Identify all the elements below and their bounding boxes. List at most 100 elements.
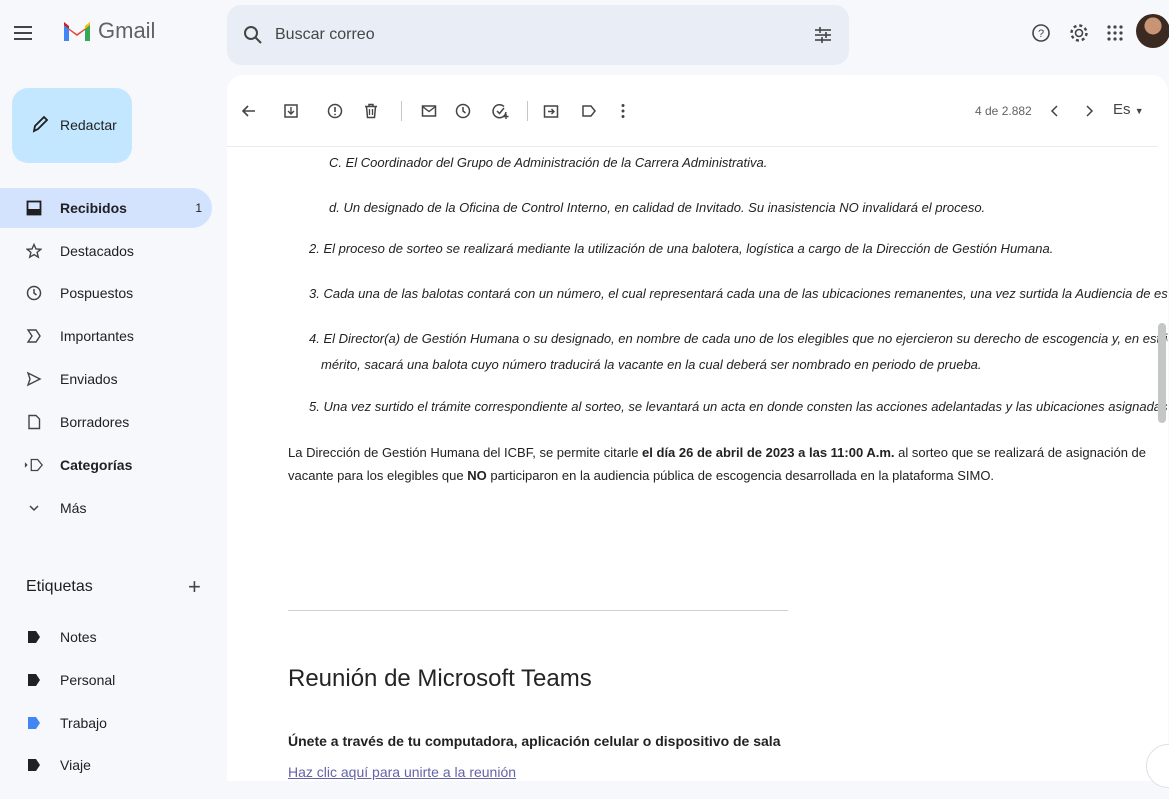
- email-item-4-cont: mérito, sacará una balota cuyo número tr…: [321, 357, 982, 372]
- sidebar-label-trabajo[interactable]: Trabajo: [0, 703, 212, 743]
- sidebar-label-notes[interactable]: Notes: [0, 617, 212, 657]
- pencil-icon: [32, 115, 49, 133]
- sidebar-item-categories[interactable]: Categorías: [0, 445, 212, 485]
- compose-button[interactable]: Redactar: [12, 88, 132, 163]
- search-options-icon[interactable]: [813, 25, 833, 45]
- sidebar-item-important[interactable]: Importantes: [0, 316, 212, 356]
- search-icon[interactable]: [243, 25, 263, 45]
- label-icon: [582, 105, 596, 117]
- clock-icon: [24, 283, 44, 303]
- unread-count: 1: [195, 201, 202, 215]
- more-options-button[interactable]: [613, 101, 633, 121]
- email-paragraph-text: La Dirección de Gestión Humana del ICBF,…: [288, 445, 643, 460]
- add-task-icon: [492, 104, 509, 119]
- sidebar-item-drafts[interactable]: Borradores: [0, 402, 212, 442]
- sidebar-item-label: Enviados: [60, 371, 118, 387]
- labels-button[interactable]: [579, 101, 599, 121]
- label-icon: [24, 713, 44, 733]
- archive-icon: [284, 104, 298, 118]
- search-input[interactable]: [275, 21, 775, 49]
- clock-icon: [455, 103, 471, 119]
- gmail-m-icon: [64, 22, 90, 41]
- sidebar-item-inbox[interactable]: Recibidos 1: [0, 188, 212, 228]
- snooze-button[interactable]: [453, 101, 473, 121]
- sidebar-item-label: Pospuestos: [60, 285, 134, 301]
- sidebar-item-label: Personal: [60, 672, 116, 688]
- delete-button[interactable]: [361, 101, 381, 121]
- add-task-button[interactable]: [491, 101, 511, 121]
- trash-icon: [365, 103, 377, 119]
- pagination-text: 4 de 2.882: [975, 104, 1032, 118]
- archive-button[interactable]: [281, 101, 301, 121]
- sidebar-item-label: Recibidos: [60, 200, 127, 216]
- menu-icon: [14, 26, 32, 40]
- gmail-logo[interactable]: Gmail: [62, 18, 155, 44]
- labels-heading: Etiquetas: [26, 578, 93, 595]
- content-divider: [288, 610, 788, 611]
- input-tools-button[interactable]: Es ▼: [1113, 101, 1144, 118]
- email-item-3: 3. Cada una de las balotas contará con u…: [309, 286, 1168, 301]
- help-button[interactable]: ?: [1030, 22, 1052, 44]
- mail-icon: [421, 105, 437, 117]
- svg-text:?: ?: [1038, 28, 1044, 40]
- apps-grid-icon: [1107, 25, 1123, 41]
- move-to-icon: [543, 105, 559, 118]
- gear-icon: [1070, 24, 1088, 42]
- email-item-4: 4. El Director(a) de Gestión Humana o su…: [309, 331, 1168, 346]
- label-icon: [24, 755, 44, 775]
- toolbar-divider: [401, 101, 402, 121]
- newer-button[interactable]: [1045, 101, 1065, 121]
- draft-icon: [24, 412, 44, 432]
- search-bar[interactable]: [227, 5, 849, 65]
- arrow-back-icon: [241, 105, 255, 117]
- back-button[interactable]: [239, 101, 259, 121]
- email-date-highlight: el día 26 de abril de 2023 a las 11:00 A…: [642, 445, 895, 460]
- email-item-c: C. El Coordinador del Grupo de Administr…: [329, 155, 768, 170]
- sidebar-item-label: Notes: [60, 629, 97, 645]
- help-icon: ?: [1032, 24, 1050, 42]
- category-icon: [24, 455, 44, 475]
- main-menu-button[interactable]: [10, 19, 38, 47]
- message-view: 4 de 2.882 Es ▼ C. El Coordinador del Gr…: [227, 75, 1168, 781]
- mark-unread-button[interactable]: [419, 101, 439, 121]
- sidebar-item-label: Importantes: [60, 328, 134, 344]
- add-label-button[interactable]: +: [188, 574, 201, 600]
- email-paragraph: La Dirección de Gestión Humana del ICBF,…: [288, 441, 1148, 487]
- important-icon: [24, 326, 44, 346]
- sidebar-item-label: Trabajo: [60, 715, 107, 731]
- sidebar-item-label: Borradores: [60, 414, 130, 430]
- sidebar-item-label: Más: [60, 500, 87, 516]
- caret-down-icon: ▼: [1134, 106, 1144, 116]
- chevron-right-icon: [1086, 105, 1094, 117]
- scrollbar-thumb[interactable]: [1158, 323, 1166, 423]
- label-icon: [24, 627, 44, 647]
- send-icon: [24, 369, 44, 389]
- sidebar-item-starred[interactable]: Destacados: [0, 231, 212, 271]
- account-avatar[interactable]: [1136, 14, 1169, 48]
- email-item-2: 2. El proceso de sorteo se realizará med…: [309, 241, 1054, 256]
- sidebar-label-personal[interactable]: Personal: [0, 660, 212, 700]
- inbox-icon: [24, 198, 44, 218]
- apps-button[interactable]: [1104, 22, 1126, 44]
- sidebar-label-viaje[interactable]: Viaje: [0, 745, 212, 785]
- label-icon: [24, 670, 44, 690]
- chevron-down-icon: [24, 498, 44, 518]
- teams-join-instructions: Únete a través de tu computadora, aplica…: [288, 733, 781, 749]
- sidebar-item-snoozed[interactable]: Pospuestos: [0, 273, 212, 313]
- toolbar-divider: [527, 101, 528, 121]
- more-vert-icon: [621, 104, 625, 118]
- sidebar-item-label: Viaje: [60, 757, 91, 773]
- teams-join-link[interactable]: Haz clic aquí para unirte a la reunión: [288, 764, 516, 780]
- sidebar-item-sent[interactable]: Enviados: [0, 359, 212, 399]
- email-paragraph-text: participaron en la audiencia pública de …: [486, 468, 995, 483]
- settings-button[interactable]: [1068, 22, 1090, 44]
- older-button[interactable]: [1079, 101, 1099, 121]
- report-spam-button[interactable]: [325, 101, 345, 121]
- sidebar-item-more[interactable]: Más: [0, 488, 212, 528]
- sidebar-item-label: Destacados: [60, 243, 134, 259]
- email-no-highlight: NO: [467, 468, 487, 483]
- teams-meeting-title: Reunión de Microsoft Teams: [288, 665, 592, 692]
- move-to-button[interactable]: [541, 101, 561, 121]
- star-icon: [24, 241, 44, 261]
- input-tools-label: Es: [1113, 101, 1131, 118]
